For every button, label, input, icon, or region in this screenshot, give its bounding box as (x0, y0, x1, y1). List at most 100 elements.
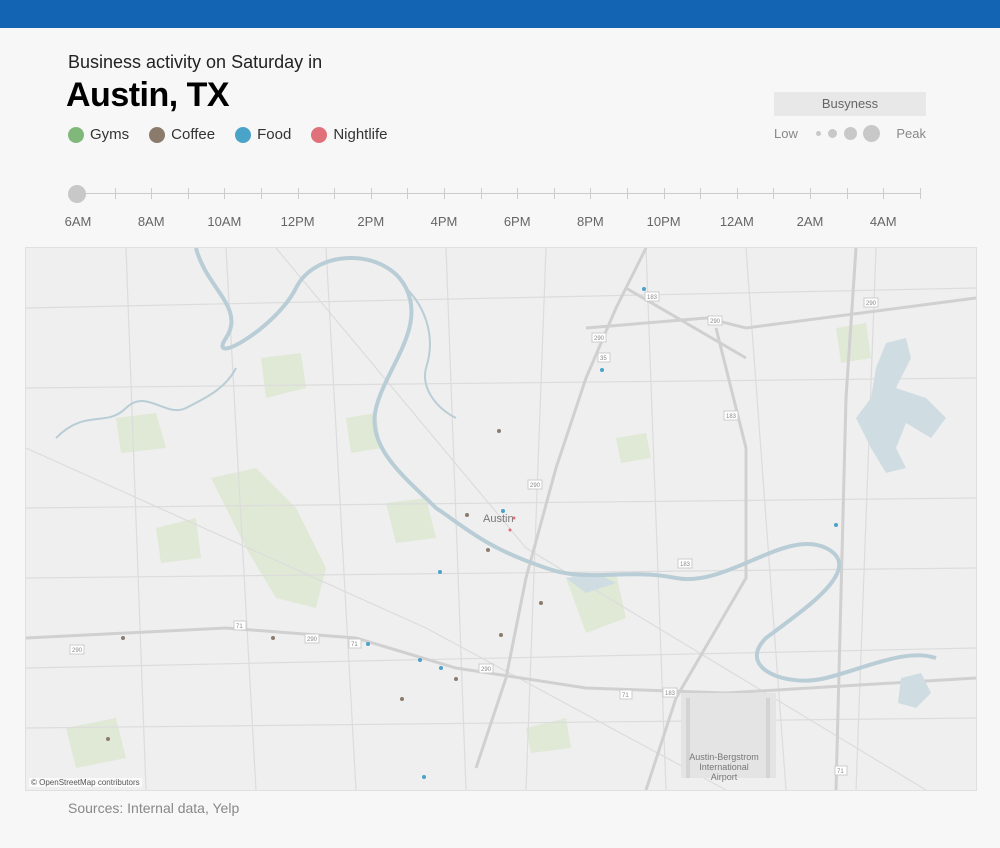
time-slider-tick[interactable] (553, 188, 555, 199)
time-slider-tick[interactable] (700, 188, 702, 199)
category-legend: Gyms Coffee Food Nightlife (68, 126, 408, 143)
map-attribution[interactable]: © OpenStreetMap contributors (29, 778, 142, 787)
time-label[interactable]: 4AM (858, 214, 908, 229)
time-slider[interactable]: 6AM 8AM 10AM 12PM 2PM 4PM 6PM 8PM 10PM 12AM 2AM 4AM (60, 180, 940, 240)
time-label[interactable]: 6PM (492, 214, 542, 229)
time-slider-tick[interactable] (187, 188, 189, 199)
shield-71: 71 (236, 624, 243, 630)
busyness-dot-2 (828, 129, 837, 138)
shield-183: 183 (680, 562, 691, 568)
nightlife-marker[interactable] (512, 516, 516, 520)
time-slider-tick[interactable] (627, 188, 628, 199)
coffee-marker[interactable] (539, 601, 543, 605)
shield-71: 71 (622, 693, 629, 699)
legend-item-food[interactable]: Food (235, 126, 291, 143)
busyness-dot-1 (816, 131, 821, 136)
map-view[interactable]: 183 290 290 290 290 183 183 290 71 290 7… (25, 247, 977, 791)
time-slider-tick[interactable] (224, 188, 226, 199)
shield-183: 183 (665, 691, 676, 697)
legend-item-nightlife[interactable]: Nightlife (311, 126, 388, 143)
coffee-marker[interactable] (499, 633, 503, 637)
nightlife-dot-icon (311, 126, 328, 143)
shield-290: 290 (594, 336, 605, 342)
busyness-peak-label: Peak (896, 126, 926, 141)
map-canvas[interactable]: 183 290 290 290 290 183 183 290 71 290 7… (26, 248, 976, 790)
busyness-low-label: Low (774, 126, 798, 141)
time-slider-tick[interactable] (883, 188, 885, 199)
food-marker[interactable] (438, 570, 442, 574)
time-slider-tick[interactable] (480, 188, 482, 199)
food-dot-icon (235, 126, 252, 143)
time-label[interactable]: 8AM (126, 214, 176, 229)
time-label[interactable]: 2PM (346, 214, 396, 229)
time-label[interactable]: 4PM (419, 214, 469, 229)
coffee-marker[interactable] (486, 548, 490, 552)
time-slider-tick[interactable] (370, 188, 372, 199)
coffee-marker[interactable] (454, 677, 458, 681)
food-marker[interactable] (501, 509, 505, 513)
legend-label: Nightlife (333, 126, 388, 143)
shield-290: 290 (710, 319, 721, 325)
time-slider-tick[interactable] (151, 188, 153, 199)
food-marker[interactable] (439, 666, 443, 670)
food-marker[interactable] (834, 523, 838, 527)
food-marker[interactable] (418, 658, 422, 662)
shield-183: 183 (647, 295, 658, 301)
shield-290: 290 (530, 483, 541, 489)
city-label: Austin (483, 513, 514, 525)
legend-item-coffee[interactable]: Coffee (149, 126, 215, 143)
coffee-dot-icon (149, 126, 166, 143)
gyms-dot-icon (68, 126, 84, 143)
time-slider-tick[interactable] (663, 188, 665, 199)
time-slider-tick[interactable] (736, 188, 738, 199)
busyness-scale: Low Peak (774, 124, 926, 144)
legend-item-gyms[interactable]: Gyms (68, 126, 129, 143)
time-label[interactable]: 12PM (273, 214, 323, 229)
time-label[interactable]: 6AM (53, 214, 103, 229)
time-label[interactable]: 12AM (712, 214, 762, 229)
time-slider-tick[interactable] (334, 188, 336, 199)
time-label[interactable]: 8PM (565, 214, 615, 229)
page-title: Austin, TX (66, 76, 230, 114)
coffee-marker[interactable] (271, 636, 275, 640)
time-slider-tick[interactable] (773, 188, 775, 199)
time-slider-tick[interactable] (517, 188, 519, 199)
time-slider-tick[interactable] (407, 188, 409, 199)
coffee-marker[interactable] (106, 737, 110, 741)
time-slider-handle[interactable] (68, 185, 86, 203)
busyness-dot-3 (844, 127, 857, 140)
time-slider-track[interactable] (74, 193, 920, 194)
coffee-marker[interactable] (400, 697, 404, 701)
time-label[interactable]: 10AM (199, 214, 249, 229)
food-marker[interactable] (366, 642, 370, 646)
busyness-title: Busyness (774, 92, 926, 116)
food-marker[interactable] (642, 287, 646, 291)
food-marker[interactable] (600, 368, 604, 372)
time-slider-tick[interactable] (261, 188, 262, 199)
time-slider-tick[interactable] (919, 188, 921, 199)
busyness-dot-4 (863, 125, 880, 142)
time-slider-tick[interactable] (114, 188, 116, 199)
shield-290: 290 (72, 648, 83, 654)
coffee-marker[interactable] (465, 513, 469, 517)
time-slider-tick[interactable] (444, 188, 445, 199)
time-label[interactable]: 2AM (785, 214, 835, 229)
nightlife-marker[interactable] (508, 528, 512, 532)
food-marker[interactable] (422, 775, 426, 779)
coffee-marker[interactable] (121, 636, 125, 640)
svg-text:International: International (699, 762, 749, 772)
time-slider-tick[interactable] (810, 188, 811, 199)
top-bar (0, 0, 1000, 28)
time-label[interactable]: 10PM (639, 214, 689, 229)
page-subtitle: Business activity on Saturday in (68, 52, 323, 72)
shield-290: 290 (481, 667, 492, 673)
sources-footnote: Sources: Internal data, Yelp (68, 800, 240, 816)
shield-290: 290 (866, 301, 877, 307)
time-slider-tick[interactable] (846, 188, 848, 199)
time-slider-tick[interactable] (297, 188, 299, 199)
coffee-marker[interactable] (497, 429, 501, 433)
shield-183: 183 (726, 414, 737, 420)
legend-label: Gyms (90, 126, 130, 143)
time-slider-tick[interactable] (590, 188, 592, 199)
shield-35: 35 (600, 356, 607, 362)
